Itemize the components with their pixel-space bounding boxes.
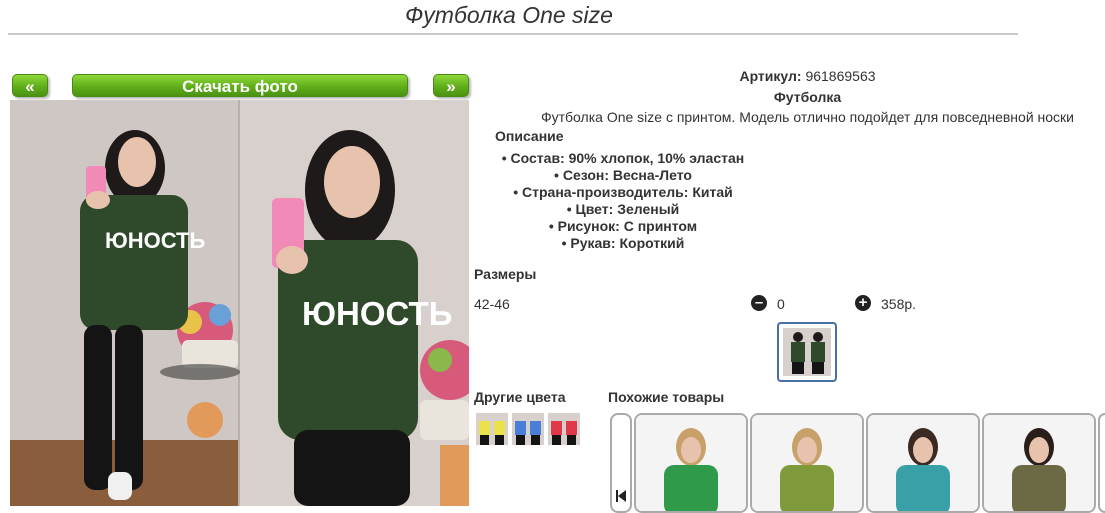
price-value: 358р.	[881, 296, 917, 312]
similar-item-image	[868, 415, 978, 511]
spec-item: • Состав: 90% хлопок, 10% эластан	[501, 150, 745, 166]
spec-item: • Рисунок: С принтом	[548, 218, 698, 234]
similar-item-partial[interactable]	[1098, 413, 1105, 513]
page-title: Футболка One size	[405, 2, 613, 28]
size-label: 42-46	[474, 296, 510, 312]
next-photo-button[interactable]: »	[433, 74, 469, 97]
prev-photo-button[interactable]: «	[12, 74, 48, 97]
color-variant-image	[548, 413, 580, 445]
article-label: Артикул:	[739, 68, 802, 84]
similar-heading: Похожие товары	[608, 389, 725, 405]
similar-item[interactable]	[982, 413, 1096, 513]
svg-text:ЮНОСТЬ: ЮНОСТЬ	[302, 295, 452, 332]
first-page-icon	[616, 490, 626, 502]
other-colors-heading: Другие цвета	[474, 389, 566, 405]
spec-item: • Страна-производитель: Китай	[513, 184, 733, 200]
color-variant-image	[512, 413, 544, 445]
product-name: Футболка	[773, 89, 842, 105]
color-variant-blue[interactable]	[512, 413, 544, 445]
similar-item-image	[984, 415, 1094, 511]
similar-item[interactable]	[866, 413, 980, 513]
download-photo-button[interactable]: Скачать фото	[72, 74, 408, 97]
product-photo-illustration: ЮНОСТЬ ЮНОСТЬ	[10, 100, 469, 506]
color-variant-red[interactable]	[548, 413, 580, 445]
color-variant-image	[476, 413, 508, 445]
color-variant-yellow[interactable]	[476, 413, 508, 445]
similar-item-image	[636, 415, 746, 511]
thumbnail-image	[783, 328, 831, 376]
spec-item: • Цвет: Зеленый	[566, 201, 680, 217]
article-line: Артикул: 961869563	[470, 68, 1105, 84]
spec-item: • Рукав: Короткий	[561, 235, 685, 251]
product-photo[interactable]: ЮНОСТЬ ЮНОСТЬ	[10, 100, 469, 506]
svg-text:ЮНОСТЬ: ЮНОСТЬ	[105, 228, 205, 253]
sizes-heading: Размеры	[474, 266, 537, 282]
similar-item[interactable]	[634, 413, 748, 513]
product-summary: Футболка One size с принтом. Модель отли…	[540, 109, 1074, 125]
minus-circle-icon[interactable]: –	[751, 295, 767, 311]
similar-first-page-button[interactable]	[610, 413, 632, 513]
description-heading: Описание	[495, 128, 564, 144]
quantity-value[interactable]: 0	[777, 296, 785, 312]
plus-circle-icon[interactable]: +	[855, 295, 871, 311]
spec-list: • Состав: 90% хлопок, 10% эластан • Сезо…	[470, 150, 776, 252]
selected-thumbnail[interactable]	[777, 322, 837, 382]
article-value: 961869563	[805, 68, 876, 84]
spec-item: • Сезон: Весна-Лето	[554, 167, 692, 183]
similar-item[interactable]	[750, 413, 864, 513]
similar-item-image	[752, 415, 862, 511]
title-divider	[8, 33, 1018, 35]
